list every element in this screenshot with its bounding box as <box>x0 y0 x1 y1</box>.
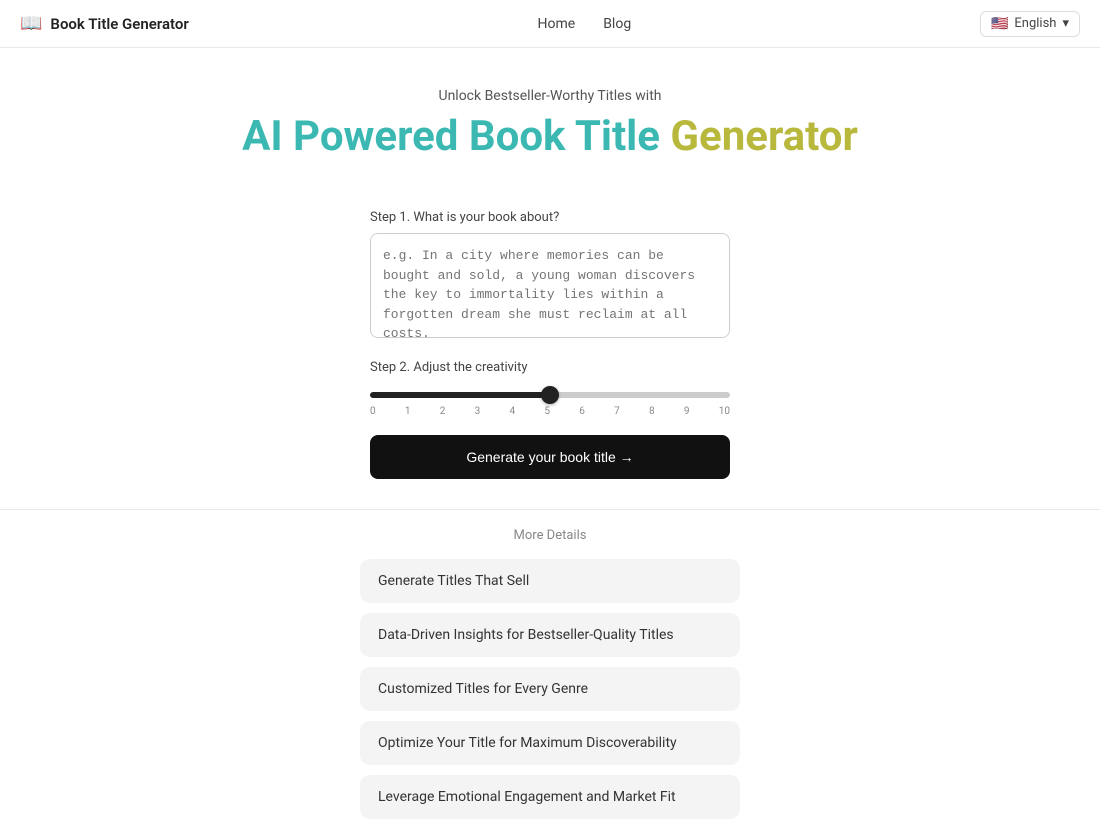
creativity-slider[interactable] <box>370 392 730 398</box>
more-details-label: More Details <box>0 528 1100 543</box>
slider-wrapper <box>370 383 730 402</box>
language-label: English <box>1014 16 1056 31</box>
feature-item-3[interactable]: Optimize Your Title for Maximum Discover… <box>360 721 740 765</box>
flag-icon: 🇺🇸 <box>991 16 1008 32</box>
form-container: Step 1. What is your book about? Step 2.… <box>370 210 730 479</box>
generate-button[interactable]: Generate your book title → <box>370 435 730 479</box>
brand: 📖 Book Title Generator <box>20 13 189 34</box>
more-details-section: More Details Generate Titles That Sell D… <box>0 509 1100 839</box>
navbar: 📖 Book Title Generator Home Blog 🇺🇸 Engl… <box>0 0 1100 48</box>
nav-home-link[interactable]: Home <box>538 16 576 32</box>
book-icon: 📖 <box>20 13 42 34</box>
slider-section: Step 2. Adjust the creativity 0 1 2 3 4 … <box>370 360 730 417</box>
language-selector[interactable]: 🇺🇸 English ▾ <box>980 11 1080 37</box>
feature-item-1[interactable]: Data-Driven Insights for Bestseller-Qual… <box>360 613 740 657</box>
feature-item-0[interactable]: Generate Titles That Sell <box>360 559 740 603</box>
chevron-down-icon: ▾ <box>1062 16 1069 31</box>
step2-label: Step 2. Adjust the creativity <box>370 360 730 375</box>
step1-label: Step 1. What is your book about? <box>370 210 730 225</box>
book-description-input[interactable] <box>370 233 730 338</box>
hero-section: Unlock Bestseller-Worthy Titles with AI … <box>0 48 1100 182</box>
hero-title: AI Powered Book Title Generator <box>20 112 1080 162</box>
hero-title-olive: Generator <box>670 112 857 161</box>
feature-item-2[interactable]: Customized Titles for Every Genre <box>360 667 740 711</box>
feature-list: Generate Titles That Sell Data-Driven In… <box>360 559 740 839</box>
nav-blog-link[interactable]: Blog <box>603 16 631 32</box>
nav-links: Home Blog <box>538 16 632 32</box>
feature-item-4[interactable]: Leverage Emotional Engagement and Market… <box>360 775 740 819</box>
brand-title: Book Title Generator <box>50 15 188 33</box>
slider-ticks: 0 1 2 3 4 5 6 7 8 9 10 <box>370 406 730 417</box>
hero-subtitle: Unlock Bestseller-Worthy Titles with <box>20 88 1080 104</box>
hero-title-teal: AI Powered Book Title <box>242 112 670 161</box>
